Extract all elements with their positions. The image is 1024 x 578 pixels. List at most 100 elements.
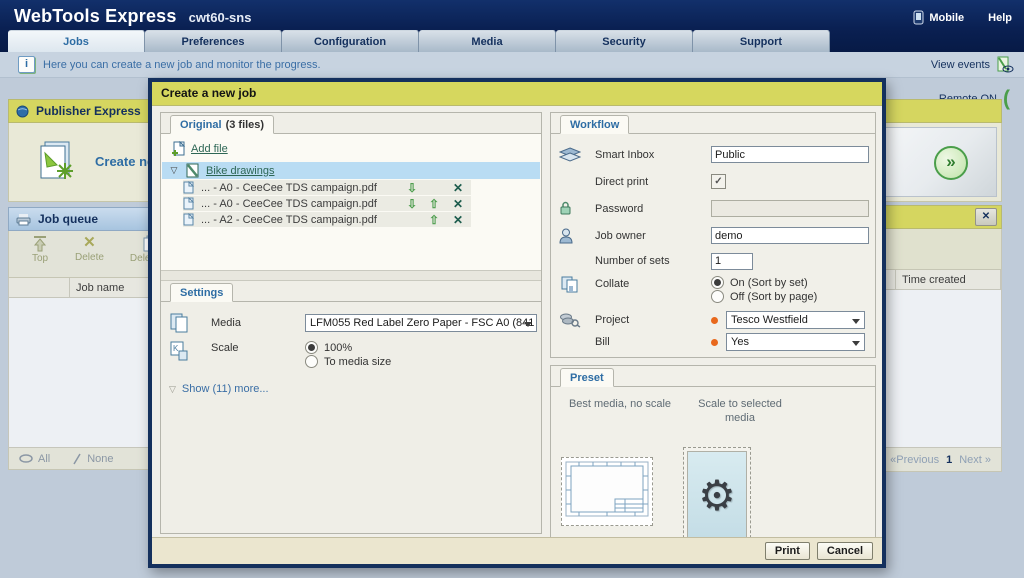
- workflow-tab[interactable]: Workflow: [560, 115, 629, 134]
- device-name: cwt60-sns: [189, 10, 252, 25]
- gear-icon: ⚙: [698, 471, 736, 520]
- previous-page-link[interactable]: «Previous: [890, 454, 939, 466]
- time-created-column-header[interactable]: Time created: [896, 270, 1001, 289]
- cancel-button[interactable]: Cancel: [817, 542, 873, 560]
- dialog-title: Create a new job: [152, 82, 882, 106]
- drawing-frame-image: [565, 461, 649, 517]
- create-job-dialog: Create a new job Original (3 files) Add …: [148, 78, 886, 568]
- expander-icon[interactable]: ▽: [162, 165, 186, 176]
- tab-support[interactable]: Support: [693, 30, 830, 52]
- workflow-card: Workflow Smart Inbox: [550, 112, 876, 358]
- job-queue-select-column: [9, 278, 70, 297]
- scale-100-radio[interactable]: [305, 341, 318, 354]
- select-all-icon: [19, 454, 33, 463]
- media-select[interactable]: LFM055 Red Label Zero Paper - FSC A0 (84…: [305, 314, 537, 332]
- add-file-link[interactable]: Add file: [171, 141, 541, 156]
- select-none-link[interactable]: None: [72, 453, 113, 465]
- scale-to-media-radio[interactable]: [305, 355, 318, 368]
- tab-preferences[interactable]: Preferences: [145, 30, 282, 52]
- file-row[interactable]: ... - A0 - CeeCee TDS campaign.pdf ⇩ ⇧ ✕: [183, 196, 471, 211]
- delete-button[interactable]: ✕ Delete: [75, 235, 104, 263]
- close-panel-icon[interactable]: ✕: [975, 208, 997, 226]
- preset-option1-label: Best media, no scale: [561, 397, 679, 425]
- remove-file-icon[interactable]: ✕: [445, 197, 471, 211]
- preset-option2-label: Scale to selected media: [697, 397, 783, 425]
- move-down-icon[interactable]: ⇩: [401, 197, 423, 211]
- view-events-label: View events: [931, 59, 990, 71]
- view-events-icon: [996, 56, 1014, 74]
- collate-off-radio[interactable]: [711, 290, 724, 303]
- collate-label: Collate: [595, 275, 711, 290]
- project-select[interactable]: Tesco Westfield: [726, 311, 865, 329]
- file-page-icon: [183, 181, 201, 194]
- password-label: Password: [595, 203, 711, 215]
- mobile-link[interactable]: Mobile: [913, 10, 964, 25]
- help-link[interactable]: Help: [988, 12, 1012, 24]
- bill-label: Bill: [595, 336, 711, 348]
- print-button[interactable]: Print: [765, 542, 810, 560]
- top-icon: [31, 235, 49, 252]
- preset-tabstrip: Preset: [551, 366, 875, 387]
- document-set-icon: [186, 163, 206, 178]
- collate-options: On (Sort by set) Off (Sort by page): [711, 275, 865, 304]
- file-row[interactable]: ... - A2 - CeeCee TDS campaign.pdf ⇧ ✕: [183, 212, 471, 227]
- top-button[interactable]: Top: [31, 235, 49, 264]
- remove-file-icon[interactable]: ✕: [445, 181, 471, 195]
- folder-link[interactable]: Bike drawings: [206, 165, 540, 177]
- tab-configuration[interactable]: Configuration: [282, 30, 419, 52]
- bill-select[interactable]: Yes: [726, 333, 865, 351]
- file-page-icon: [183, 197, 201, 210]
- lock-icon: [559, 201, 595, 216]
- dialog-footer: Print Cancel: [152, 537, 882, 564]
- settings-tab[interactable]: Settings: [170, 283, 233, 302]
- collate-on-radio[interactable]: [711, 276, 724, 289]
- tab-security[interactable]: Security: [556, 30, 693, 52]
- move-up-icon[interactable]: ⇧: [423, 213, 445, 227]
- preset-best-media-thumbnail[interactable]: [561, 457, 653, 526]
- show-more-expander-icon: ▽: [169, 384, 176, 395]
- project-label: Project: [595, 314, 711, 326]
- password-input[interactable]: [711, 200, 869, 217]
- move-down-icon[interactable]: ⇩: [401, 181, 423, 195]
- show-more-link[interactable]: ▽ Show (11) more...: [169, 383, 541, 395]
- scale-label: Scale: [211, 340, 305, 354]
- help-label: Help: [988, 12, 1012, 24]
- preset-tab[interactable]: Preset: [560, 368, 614, 387]
- folder-row[interactable]: ▽ Bike drawings: [162, 162, 540, 179]
- printer-icon: [16, 213, 31, 226]
- info-icon: i: [18, 56, 35, 73]
- next-page-link[interactable]: Next »: [959, 454, 991, 466]
- number-of-sets-input[interactable]: [711, 253, 753, 270]
- original-content: Add file ▽ Bike drawings ... - A0 - Ce: [161, 134, 541, 270]
- go-arrow-icon[interactable]: »: [934, 146, 968, 180]
- file-row[interactable]: ... - A0 - CeeCee TDS campaign.pdf ⇩ ✕: [183, 180, 471, 195]
- preset-scale-to-media-thumbnail[interactable]: ⚙: [683, 447, 751, 543]
- tab-jobs[interactable]: Jobs: [8, 30, 145, 52]
- move-up-icon[interactable]: ⇧: [423, 197, 445, 211]
- select-all-link[interactable]: All: [19, 453, 50, 465]
- direct-print-checkbox[interactable]: ✓: [711, 174, 726, 189]
- scale-icon: K: [169, 340, 211, 362]
- preset-card: Preset Best media, no scale Scale to sel…: [550, 365, 876, 544]
- add-file-icon: [171, 141, 185, 156]
- globe-icon: [16, 105, 29, 118]
- remove-file-icon[interactable]: ✕: [445, 213, 471, 227]
- job-queue-title: Job queue: [38, 212, 98, 226]
- required-dot-icon: [711, 339, 718, 346]
- required-dot-icon: [711, 317, 718, 324]
- workflow-tabstrip: Workflow: [551, 113, 875, 134]
- view-events-link[interactable]: View events: [931, 56, 1014, 74]
- smart-inbox-input[interactable]: [711, 146, 869, 163]
- tab-media[interactable]: Media: [419, 30, 556, 52]
- select-none-icon: [72, 453, 82, 465]
- mobile-label: Mobile: [929, 12, 964, 24]
- job-owner-label: Job owner: [595, 230, 711, 242]
- preset-thumbnails: ⚙: [561, 447, 875, 543]
- workflow-content: Smart Inbox Direct print ✓ Pa: [551, 134, 875, 353]
- current-page-number[interactable]: 1: [946, 454, 952, 466]
- settings-tabstrip: Settings: [161, 281, 541, 302]
- smart-inbox-icon: [559, 147, 595, 163]
- job-owner-input[interactable]: [711, 227, 869, 244]
- original-tab[interactable]: Original (3 files): [170, 115, 274, 134]
- project-icon: [559, 312, 595, 328]
